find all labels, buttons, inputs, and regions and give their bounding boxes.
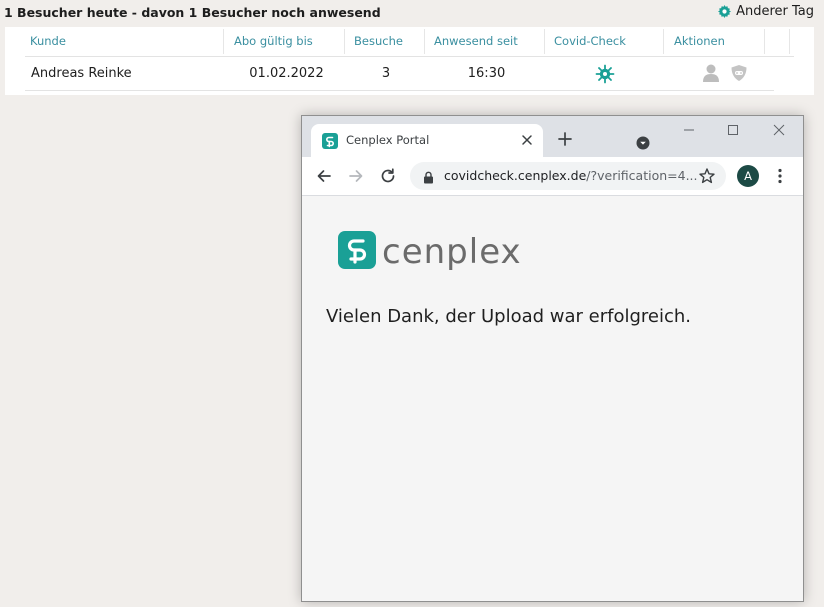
cenplex-logo-icon [338,231,376,273]
cell-present-since: 16:30 [467,66,506,81]
column-header-aktionen[interactable]: Aktionen [674,27,725,56]
profile-avatar[interactable]: A [737,165,759,187]
maximize-icon[interactable] [718,122,748,138]
tab-strip: Cenplex Portal [302,116,803,157]
other-day-button[interactable]: Anderer Tag [718,4,814,19]
visitor-summary: 1 Besucher heute - davon 1 Besucher noch… [4,5,381,20]
new-tab-plus-icon[interactable] [556,130,574,148]
virus-icon[interactable] [595,64,615,88]
top-bar: 1 Besucher heute - davon 1 Besucher noch… [0,0,824,26]
cenplex-wordmark: cenplex [382,232,522,272]
tab-cenplex-portal[interactable]: Cenplex Portal [311,124,543,157]
bookmark-star-icon[interactable] [698,167,716,189]
column-divider [344,29,345,54]
cell-visits: 3 [381,66,391,81]
column-header-covid[interactable]: Covid-Check [554,27,626,56]
address-bar[interactable]: covidcheck.cenplex.de/?verification=4... [410,162,726,190]
tab-search-icon[interactable] [636,135,650,150]
column-divider [223,29,224,54]
column-divider [789,29,790,54]
column-divider [424,29,425,54]
browser-toolbar: covidcheck.cenplex.de/?verification=4...… [302,157,803,196]
back-arrow-icon[interactable] [315,167,333,185]
column-header-besuche[interactable]: Besuche [354,27,403,56]
cenplex-logo: cenplex [338,231,522,273]
column-header-kunde[interactable]: Kunde [30,27,66,56]
minimize-icon[interactable] [674,122,704,138]
cell-customer: Andreas Reinke [31,66,132,81]
tab-title: Cenplex Portal [346,133,430,147]
cell-valid-until: 01.02.2022 [249,66,324,81]
table-header: Kunde Abo gültig bis Besuche Anwesend se… [25,27,794,57]
visitors-table: Kunde Abo gültig bis Besuche Anwesend se… [5,27,814,95]
forward-arrow-icon[interactable] [347,167,365,185]
cenplex-favicon-icon [322,133,338,153]
close-icon[interactable] [519,132,535,148]
column-header-anwesend[interactable]: Anwesend seit [434,27,518,56]
column-divider [544,29,545,54]
url-rest: /?verification=4... [586,168,698,183]
reload-icon[interactable] [379,167,397,185]
gear-icon [718,5,732,18]
person-icon[interactable] [702,63,720,87]
other-day-label: Anderer Tag [736,4,814,19]
column-divider [663,29,664,54]
column-divider [764,29,765,54]
table-row[interactable]: Andreas Reinke 01.02.2022 3 16:30 [25,57,774,91]
browser-window: Cenplex Portal covidcheck.cenplex.de/?ve… [301,115,804,602]
url-text[interactable]: covidcheck.cenplex.de/?verification=4... [444,168,698,183]
url-host: covidcheck.cenplex.de [444,168,587,183]
window-close-icon[interactable] [764,122,794,138]
more-menu-icon[interactable] [773,167,787,185]
shield-icon[interactable] [730,64,748,86]
page-content: cenplex Vielen Dank, der Upload war erfo… [302,196,803,601]
upload-success-message: Vielen Dank, der Upload war erfolgreich. [326,306,692,327]
lock-icon[interactable] [423,169,434,188]
column-header-abo[interactable]: Abo gültig bis [234,27,313,56]
